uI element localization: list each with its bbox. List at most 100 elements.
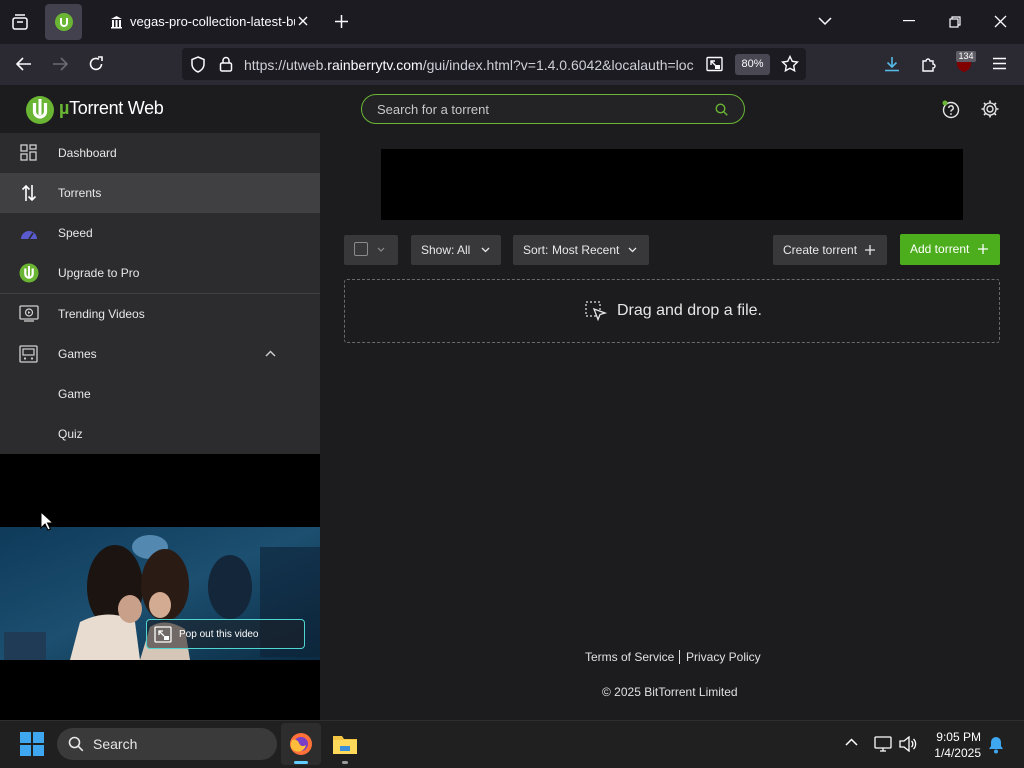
app-logo-text: µTorrent Web xyxy=(59,98,164,119)
sidebar-item-label: Trending Videos xyxy=(58,307,145,321)
network-icon[interactable] xyxy=(874,736,892,752)
plus-icon xyxy=(865,245,875,255)
utorrent-favicon-icon xyxy=(55,13,73,31)
bookmark-star-icon[interactable] xyxy=(781,55,799,73)
speedometer-icon xyxy=(19,226,39,240)
windows-start-icon[interactable] xyxy=(20,732,44,756)
back-arrow-icon[interactable] xyxy=(15,56,32,72)
close-tab-icon[interactable] xyxy=(297,15,309,27)
sidebar-item-label: Games xyxy=(58,347,97,361)
pop-out-video-button[interactable]: Pop out this video xyxy=(146,619,305,649)
torrent-search-bar[interactable]: Search for a torrent xyxy=(361,94,745,124)
logo-name: Torrent Web xyxy=(69,98,164,118)
arcade-icon xyxy=(19,345,38,363)
tab-overview-icon[interactable] xyxy=(11,13,29,31)
minimize-window-icon[interactable] xyxy=(903,20,915,22)
footer-divider xyxy=(679,650,680,664)
sidebar-item-dashboard[interactable]: Dashboard xyxy=(0,133,320,173)
close-window-icon[interactable] xyxy=(994,15,1007,28)
file-explorer-icon[interactable] xyxy=(332,732,358,764)
copyright-text: © 2025 BitTorrent Limited xyxy=(602,685,738,699)
firefox-taskbar-button[interactable] xyxy=(281,723,321,765)
sort-value: Most Recent xyxy=(552,243,620,257)
sidebar-item-speed[interactable]: Speed xyxy=(0,213,320,253)
new-tab-icon[interactable] xyxy=(334,14,349,29)
sidebar-item-label: Speed xyxy=(58,226,93,240)
search-icon[interactable] xyxy=(715,103,728,116)
chevron-up-icon[interactable] xyxy=(845,738,858,746)
search-placeholder: Search for a torrent xyxy=(377,102,489,117)
utorrent-logo-icon xyxy=(19,263,39,283)
privacy-policy-link[interactable]: Privacy Policy xyxy=(686,650,761,664)
extension-badge: 134 xyxy=(956,51,976,62)
create-torrent-button[interactable]: Create torrent xyxy=(773,235,887,265)
taskbar-search-label: Search xyxy=(93,736,138,752)
active-app-indicator xyxy=(294,761,308,764)
video-play-icon xyxy=(19,305,39,322)
mouse-cursor-icon xyxy=(40,511,53,531)
forward-arrow-icon[interactable] xyxy=(52,56,69,72)
url-domain: rainberrytv.com xyxy=(327,57,423,73)
list-all-tabs-icon[interactable] xyxy=(818,16,832,26)
chevron-down-icon xyxy=(628,247,637,253)
sidebar-item-upgrade[interactable]: Upgrade to Pro xyxy=(0,253,320,293)
sort-label: Sort: xyxy=(523,243,549,257)
zoom-level[interactable]: 80% xyxy=(735,54,770,75)
tracking-protection-shield-icon[interactable] xyxy=(190,56,206,73)
search-icon xyxy=(68,736,84,752)
settings-gear-icon[interactable] xyxy=(980,99,1000,119)
sidebar-item-games[interactable]: Games xyxy=(0,334,320,374)
drop-zone-text: Drag and drop a file. xyxy=(617,302,762,319)
sidebar: Dashboard Torrents Speed Upgrade to Pro … xyxy=(0,133,320,454)
clock-date: 1/4/2025 xyxy=(934,746,981,760)
restore-window-icon[interactable] xyxy=(949,16,961,28)
taskbar-search[interactable]: Search xyxy=(57,728,277,760)
extensions-puzzle-icon[interactable] xyxy=(920,55,938,73)
add-torrent-label: Add torrent xyxy=(910,242,970,256)
chevron-down-icon xyxy=(377,247,385,252)
sidebar-item-label: Upgrade to Pro xyxy=(58,266,140,280)
show-filter-dropdown[interactable]: Show: All xyxy=(411,235,501,265)
taskbar-clock[interactable]: 9:05 PM 1/4/2025 xyxy=(925,729,981,761)
volume-icon[interactable] xyxy=(899,736,917,752)
terms-of-service-link[interactable]: Terms of Service xyxy=(585,650,674,664)
picture-in-picture-icon[interactable] xyxy=(706,56,723,72)
select-all-checkbox[interactable] xyxy=(354,242,368,256)
tab-utorrent[interactable] xyxy=(45,4,82,40)
show-filter-label: Show: xyxy=(421,243,455,257)
url-prefix: https://utweb. xyxy=(244,57,328,73)
sidebar-item-torrents[interactable]: Torrents xyxy=(0,173,320,213)
pop-out-icon xyxy=(154,626,172,643)
lock-icon[interactable] xyxy=(219,56,233,72)
ad-banner[interactable] xyxy=(381,149,963,220)
plus-icon xyxy=(978,244,988,254)
chevron-down-icon xyxy=(481,247,490,253)
add-torrent-button[interactable]: Add torrent xyxy=(900,234,1000,265)
select-all-dropdown[interactable] xyxy=(344,235,398,265)
browser-tab-strip: vegas-pro-collection-latest-bui xyxy=(0,0,1024,44)
tab-title[interactable]: vegas-pro-collection-latest-bui xyxy=(130,14,295,29)
chevron-up-icon[interactable] xyxy=(265,350,276,357)
sort-dropdown[interactable]: Sort: Most Recent xyxy=(513,235,649,265)
downloads-icon[interactable] xyxy=(883,55,901,73)
running-app-indicator xyxy=(342,761,348,764)
sidebar-item-label: Dashboard xyxy=(58,146,117,160)
sidebar-item-trending-videos[interactable]: Trending Videos xyxy=(0,294,320,334)
url-path: /gui/index.html?v=1.4.0.6042&localauth=l… xyxy=(422,57,694,73)
reload-icon[interactable] xyxy=(88,56,104,72)
help-icon[interactable] xyxy=(941,99,961,119)
utorrent-logo-icon[interactable] xyxy=(25,95,55,125)
dashboard-icon xyxy=(20,144,37,161)
app-menu-icon[interactable] xyxy=(992,57,1007,70)
url-text[interactable]: https://utweb.rainberrytv.com/gui/index.… xyxy=(244,57,699,73)
file-drop-zone[interactable]: Drag and drop a file. xyxy=(344,279,1000,343)
logo-mu: µ xyxy=(59,98,70,118)
show-filter-value: All xyxy=(457,243,471,257)
sidebar-subitem-game[interactable]: Game xyxy=(0,374,320,414)
drag-drop-cursor-icon xyxy=(585,301,607,323)
create-torrent-label: Create torrent xyxy=(783,243,858,257)
sidebar-subitem-quiz[interactable]: Quiz xyxy=(0,414,320,454)
notification-bell-icon[interactable] xyxy=(988,736,1004,754)
vegas-tab-favicon-icon xyxy=(110,15,123,29)
sidebar-item-label: Game xyxy=(58,387,91,401)
